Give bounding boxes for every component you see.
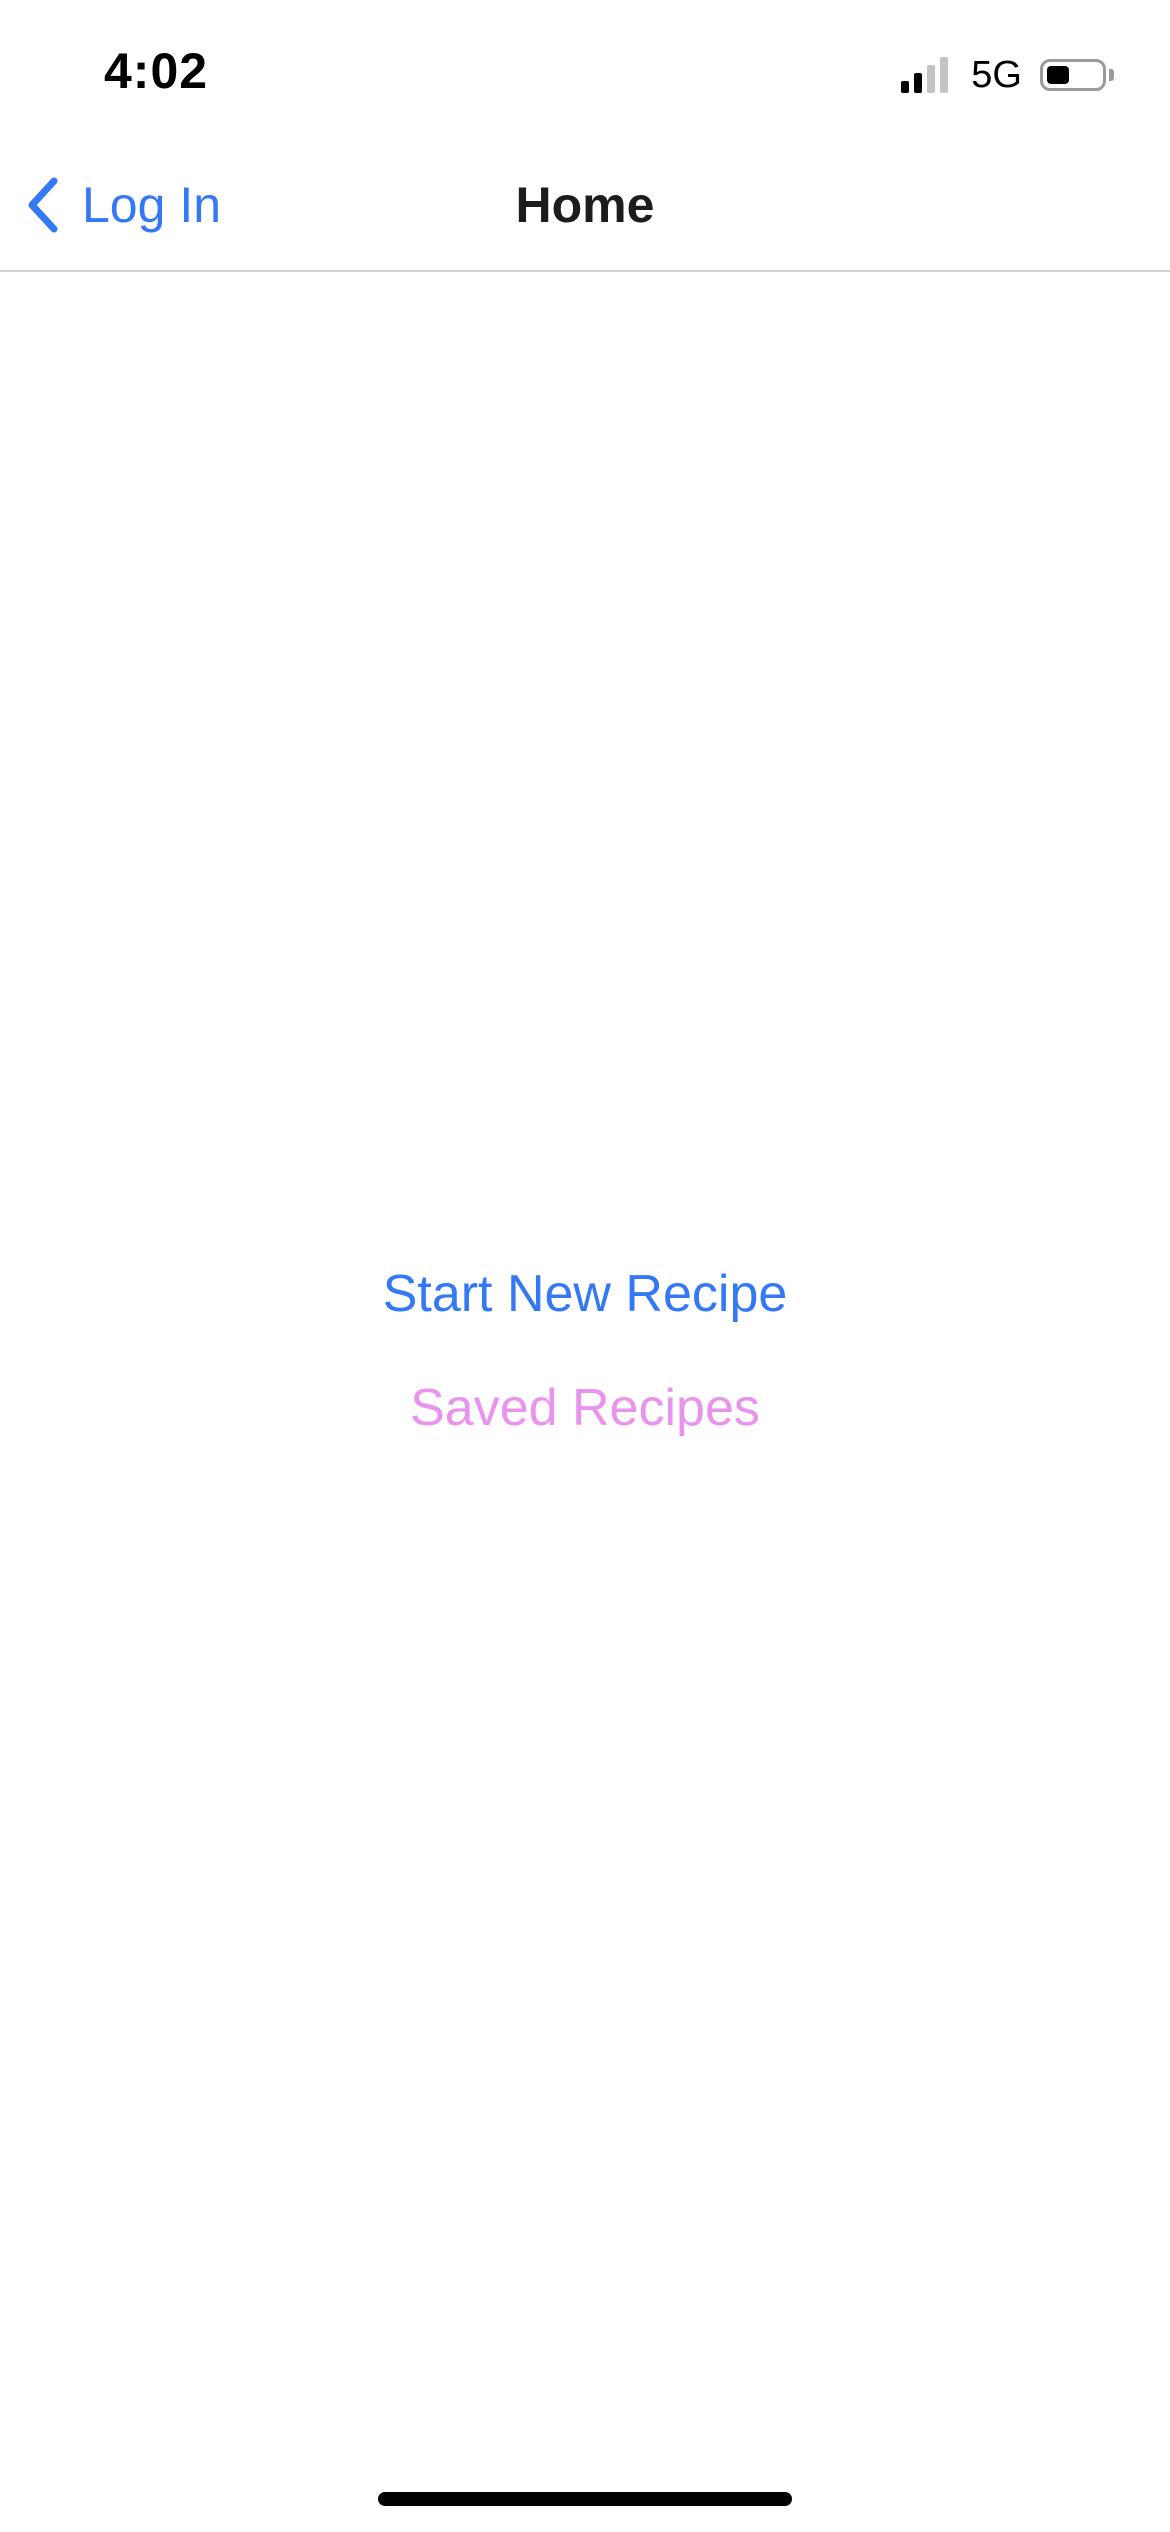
signal-bar (914, 73, 923, 93)
network-type: 5G (971, 53, 1022, 96)
status-bar: 4:02 5G (0, 0, 1170, 140)
saved-recipes-button[interactable]: Saved Recipes (390, 1372, 780, 1444)
page-title: Home (515, 177, 655, 233)
battery-level (1047, 66, 1069, 84)
status-time: 4:02 (104, 43, 209, 99)
home-actions: Start New Recipe Saved Recipes (0, 1258, 1170, 1444)
start-new-recipe-button[interactable]: Start New Recipe (363, 1258, 808, 1330)
battery-tip (1109, 69, 1114, 81)
signal-bar (940, 57, 949, 93)
status-indicators: 5G (901, 52, 1114, 98)
cellular-signal-icon (901, 57, 953, 93)
navigation-bar: Log In Home (0, 140, 1170, 272)
signal-bar (901, 81, 910, 93)
home-screen: 4:02 5G Log In Home Start New Recipe Sav… (0, 0, 1170, 2532)
home-indicator[interactable] (378, 2492, 792, 2506)
signal-bar (927, 65, 936, 93)
battery-icon (1040, 59, 1106, 91)
